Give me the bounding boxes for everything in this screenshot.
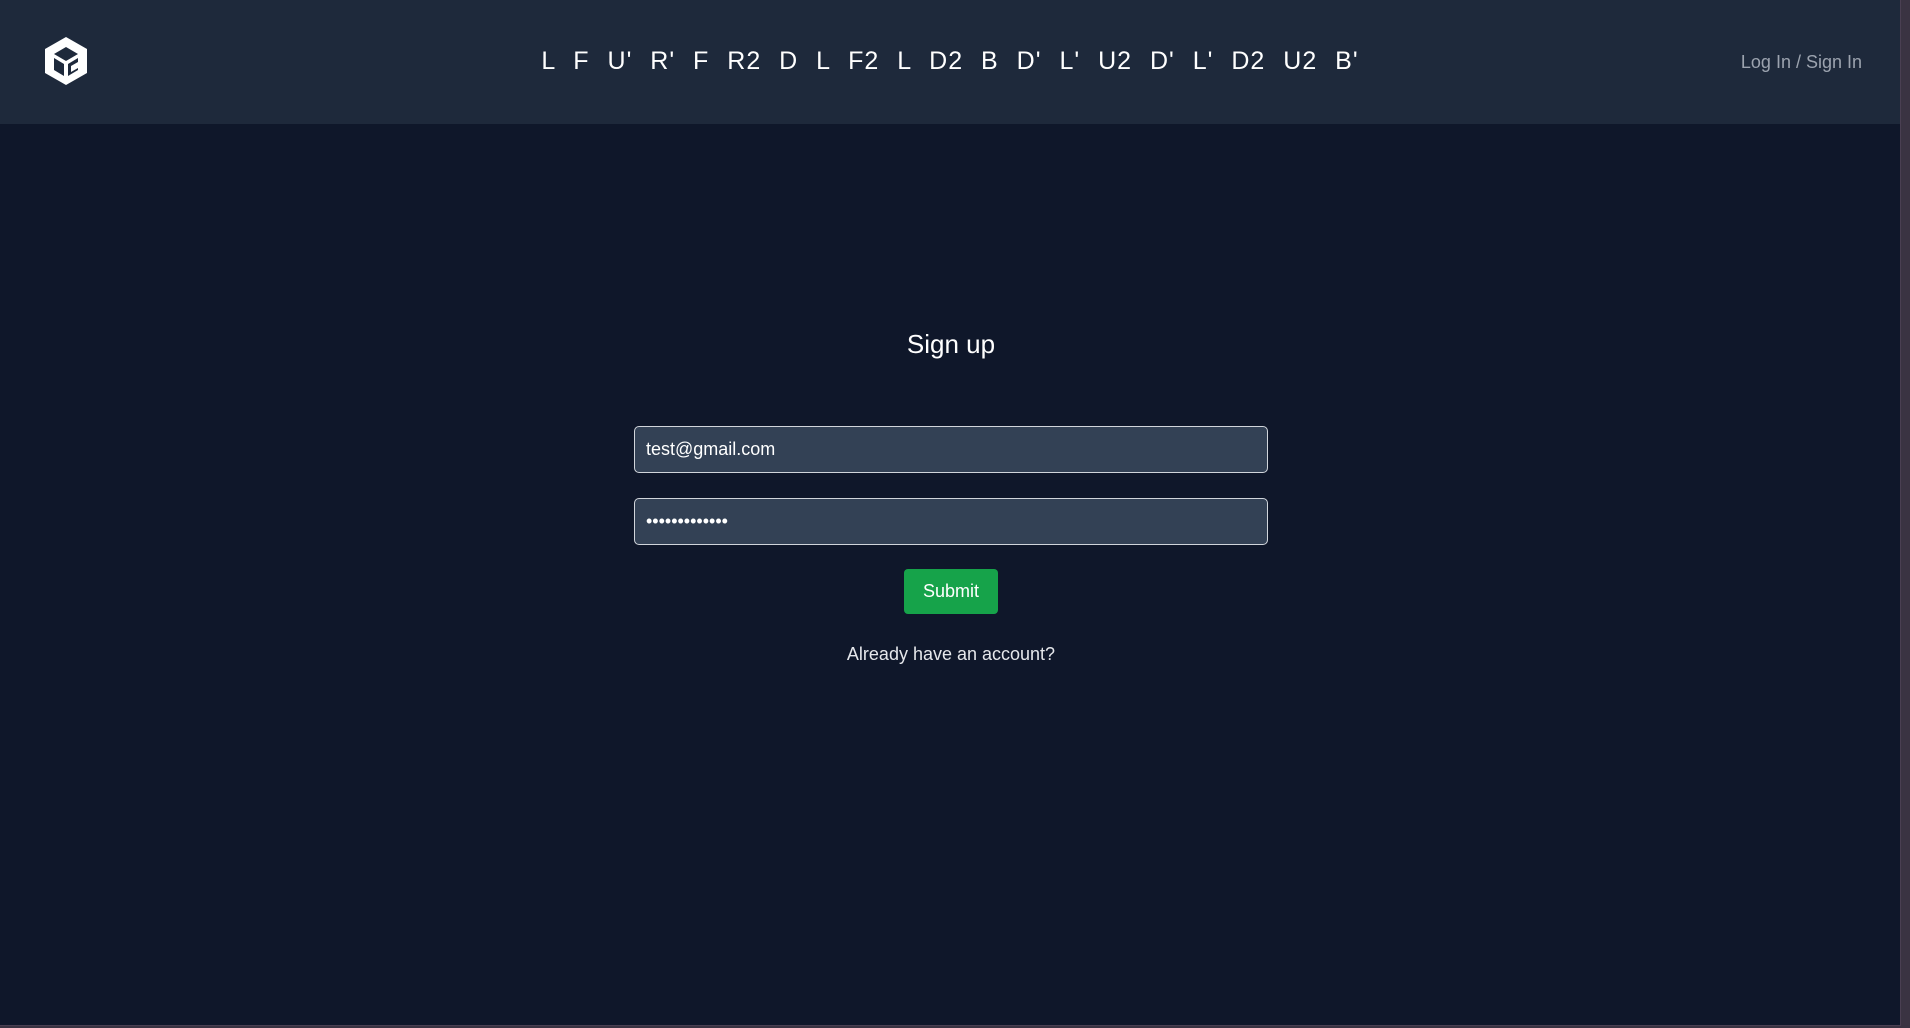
signup-form: Sign up Submit Already have an account?	[634, 320, 1268, 666]
page: L F U' R' F R2 D L F2 L D2 B D' L' U2 D'…	[0, 0, 1901, 1026]
top-navbar: L F U' R' F R2 D L F2 L D2 B D' L' U2 D'…	[0, 0, 1900, 124]
password-field[interactable]	[634, 498, 1268, 545]
email-field[interactable]	[634, 426, 1268, 473]
page-title: Sign up	[906, 329, 996, 359]
already-have-account-link[interactable]: Already have an account?	[634, 642, 1268, 666]
login-signin-link[interactable]: Log In / Sign In	[1741, 50, 1862, 74]
scramble-text: L F U' R' F R2 D L F2 L D2 B D' L' U2 D'…	[541, 47, 1359, 75]
submit-button[interactable]: Submit	[904, 569, 998, 614]
